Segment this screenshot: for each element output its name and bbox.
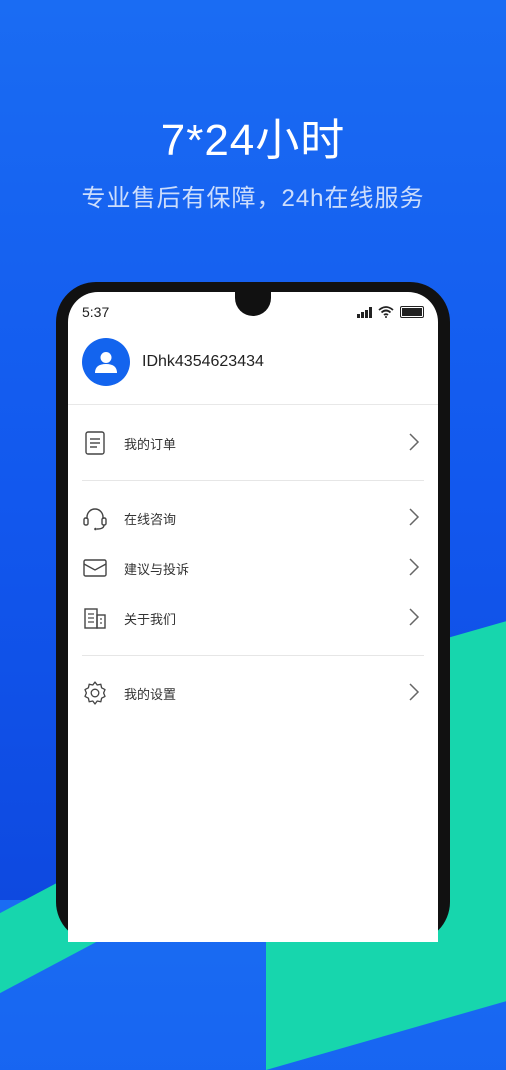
menu-item-orders[interactable]: 我的订单 — [82, 422, 424, 462]
menu-item-label: 我的设置 — [124, 687, 177, 702]
phone-mockup: 5:37 IDhk4354623434 我的订单 在线咨询 建议与投诉 关于我们… — [56, 282, 450, 942]
chevron-right-icon — [409, 558, 420, 576]
phone-screen: 5:37 IDhk4354623434 我的订单 在线咨询 建议与投诉 关于我们… — [68, 292, 438, 942]
menu-item-feedback[interactable]: 建议与投诉 — [82, 547, 424, 587]
menu-item-settings[interactable]: 我的设置 — [82, 672, 424, 712]
user-icon — [95, 352, 117, 373]
signal-icon — [357, 306, 372, 318]
avatar[interactable] — [82, 338, 130, 386]
menu-item-label: 我的订单 — [124, 437, 177, 452]
divider — [68, 404, 438, 405]
chevron-right-icon — [409, 508, 420, 526]
divider — [82, 480, 424, 481]
hero-title: 7*24小时 — [160, 116, 346, 165]
menu-item-consult[interactable]: 在线咨询 — [82, 497, 424, 537]
divider — [82, 655, 424, 656]
menu-item-label: 关于我们 — [124, 612, 177, 627]
gear-icon — [84, 681, 106, 705]
menu-item-label: 在线咨询 — [124, 512, 177, 527]
headset-icon — [83, 508, 107, 531]
status-bar: 5:37 — [82, 304, 424, 322]
envelope-icon — [83, 559, 107, 577]
chevron-right-icon — [409, 608, 420, 626]
status-icons — [357, 306, 424, 318]
building-icon — [84, 608, 106, 629]
document-icon — [85, 431, 105, 455]
battery-icon — [400, 306, 424, 318]
hero-subtitle: 专业售后有保障，24h在线服务 — [81, 185, 425, 212]
status-time: 5:37 — [82, 304, 110, 320]
profile-header[interactable]: IDhk4354623434 — [82, 338, 438, 388]
menu-item-label: 建议与投诉 — [124, 562, 190, 577]
menu-item-about[interactable]: 关于我们 — [82, 597, 424, 637]
user-id: IDhk4354623434 — [142, 353, 264, 370]
chevron-right-icon — [409, 433, 420, 451]
wifi-icon — [378, 306, 394, 318]
chevron-right-icon — [409, 683, 420, 701]
